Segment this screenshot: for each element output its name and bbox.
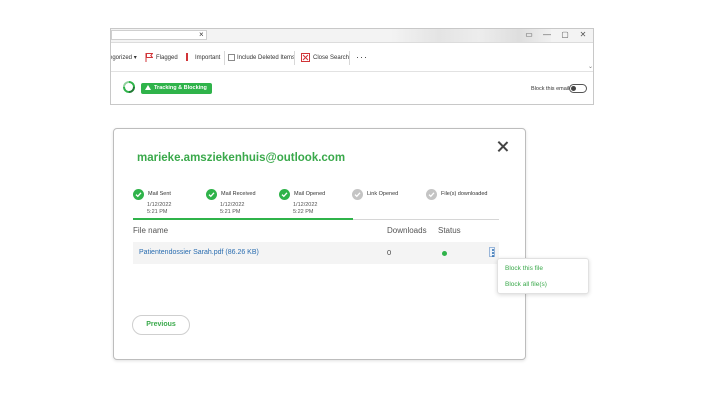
- file-context-menu: Block this file Block all file(s): [497, 258, 589, 294]
- ribbon-divider: [294, 51, 295, 65]
- addin-bar: Tracking & Blocking Block this email: [111, 72, 593, 104]
- step-date: 1/12/2022: [147, 202, 172, 208]
- maximize-icon[interactable]: ▢: [559, 30, 571, 40]
- tracking-badge-label: Tracking & Blocking: [154, 85, 207, 91]
- block-all-files-item[interactable]: Block all file(s): [505, 281, 547, 288]
- status-indicator: [442, 251, 447, 256]
- tracking-blocking-badge[interactable]: Tracking & Blocking: [141, 83, 212, 94]
- progress-fill: [133, 218, 353, 220]
- ribbon-divider: [224, 51, 225, 65]
- table-row: Patientendossier Sarah.pdf (86.26 KB) 0: [133, 242, 499, 264]
- step-time: 5:21 PM: [220, 209, 241, 215]
- categorized-label: egorized: [110, 55, 133, 61]
- step-date: 1/12/2022: [220, 202, 245, 208]
- block-this-file-item[interactable]: Block this file: [505, 265, 543, 272]
- outlook-window: × ▭ — ▢ ✕ egorized ▾ Flagged Important I…: [110, 28, 594, 105]
- important-button[interactable]: Important: [195, 54, 220, 62]
- search-clear-icon[interactable]: ×: [199, 30, 204, 40]
- check-icon: [352, 189, 363, 200]
- search-ribbon: egorized ▾ Flagged Important Include Del…: [111, 43, 593, 72]
- step-label: Mail Received: [221, 191, 256, 197]
- column-header-file-name: File name: [133, 226, 169, 235]
- close-search-icon[interactable]: [301, 53, 310, 62]
- include-deleted-checkbox[interactable]: [228, 54, 235, 61]
- categorized-button[interactable]: egorized ▾: [110, 54, 137, 62]
- check-icon: [426, 189, 437, 200]
- check-icon: [133, 189, 144, 200]
- chevron-down-icon: ▾: [133, 55, 137, 61]
- step-time: 5:21 PM: [147, 209, 168, 215]
- step-label: Mail Sent: [148, 191, 171, 197]
- step-label: Mail Opened: [294, 191, 326, 197]
- include-deleted-label[interactable]: Include Deleted Items: [237, 54, 295, 62]
- ribbon-expand-icon[interactable]: ⌄: [588, 63, 593, 70]
- block-email-toggle[interactable]: [569, 84, 587, 93]
- step-timestamp: 1/12/2022 5:22 PM: [293, 202, 317, 216]
- restore-ribbon-icon[interactable]: ▭: [523, 30, 535, 40]
- ribbon-divider: [349, 51, 350, 65]
- close-search-button[interactable]: Close Search: [313, 54, 349, 62]
- previous-button[interactable]: Previous: [132, 315, 190, 335]
- file-link[interactable]: Patientendossier Sarah.pdf (86.26 KB): [139, 249, 259, 256]
- search-box[interactable]: [111, 30, 207, 40]
- check-icon: [206, 189, 217, 200]
- block-email-label: Block this email: [531, 86, 570, 92]
- kebab-menu-icon[interactable]: [489, 247, 495, 257]
- column-header-downloads: Downloads: [387, 226, 427, 235]
- close-icon[interactable]: [496, 140, 510, 154]
- minimize-icon[interactable]: —: [541, 30, 553, 40]
- flag-icon[interactable]: [145, 53, 153, 62]
- step-label: Link Opened: [367, 191, 399, 197]
- column-header-status: Status: [438, 226, 461, 235]
- step-time: 5:22 PM: [293, 209, 314, 215]
- flagged-button[interactable]: Flagged: [156, 54, 178, 62]
- step-date: 1/12/2022: [293, 202, 318, 208]
- outlook-titlebar: × ▭ — ▢ ✕: [111, 29, 593, 43]
- step-label: File(s) downloaded: [441, 191, 488, 197]
- step-timestamp: 1/12/2022 5:21 PM: [220, 202, 244, 216]
- email-tracking-dialog: marieke.amsziekenhuis@outlook.com Mail S…: [113, 128, 526, 360]
- close-window-icon[interactable]: ✕: [577, 30, 589, 40]
- check-icon: [279, 189, 290, 200]
- important-icon[interactable]: [186, 53, 188, 61]
- toggle-knob: [571, 86, 576, 91]
- download-count: 0: [387, 248, 392, 257]
- warning-icon: [145, 85, 151, 90]
- addin-logo-icon: [123, 81, 135, 93]
- step-timestamp: 1/12/2022 5:21 PM: [147, 202, 171, 216]
- more-options-icon[interactable]: ···: [356, 52, 368, 62]
- recipient-email: marieke.amsziekenhuis@outlook.com: [137, 152, 346, 164]
